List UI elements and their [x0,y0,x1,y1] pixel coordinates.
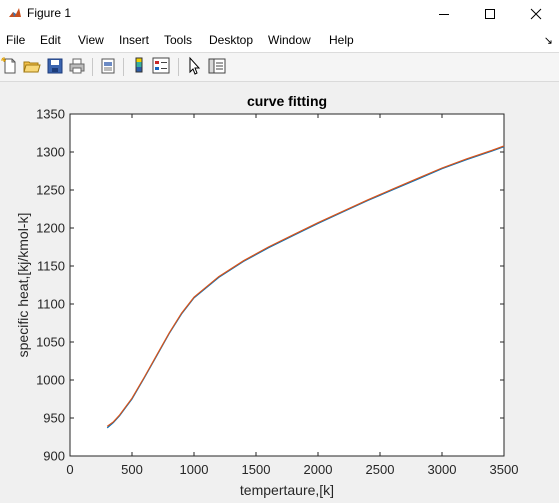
axes-box [69,113,505,457]
x-tick-label: 3500 [490,462,519,477]
x-tick-label: 500 [121,462,143,477]
y-tick-label: 1200 [36,221,65,236]
y-tick-label: 900 [43,449,65,464]
x-tick-label: 0 [66,462,73,477]
x-tick-label: 2500 [366,462,395,477]
x-axis-label: tempertaure,[k] [240,482,334,498]
y-tick-label: 950 [43,411,65,426]
y-tick-label: 1150 [37,259,65,274]
y-tick-label: 1100 [37,297,65,312]
y-axis-label: specific heat,[kj/kmol-k] [15,213,31,358]
y-tick-label: 1000 [36,373,65,388]
y-tick-label: 1250 [36,183,65,198]
x-tick-label: 1500 [242,462,271,477]
y-tick-label: 1300 [36,145,65,160]
x-tick-label: 3000 [428,462,457,477]
chart-title: curve fitting [247,93,327,109]
y-tick-label: 1350 [36,107,65,122]
figure-plot-area[interactable]: 0 500 1000 1500 2000 2500 3000 3500 900 950 1000 10… [0,0,559,503]
y-tick-label: 1050 [36,335,65,350]
x-tick-label: 1000 [180,462,209,477]
x-tick-label: 2000 [304,462,333,477]
